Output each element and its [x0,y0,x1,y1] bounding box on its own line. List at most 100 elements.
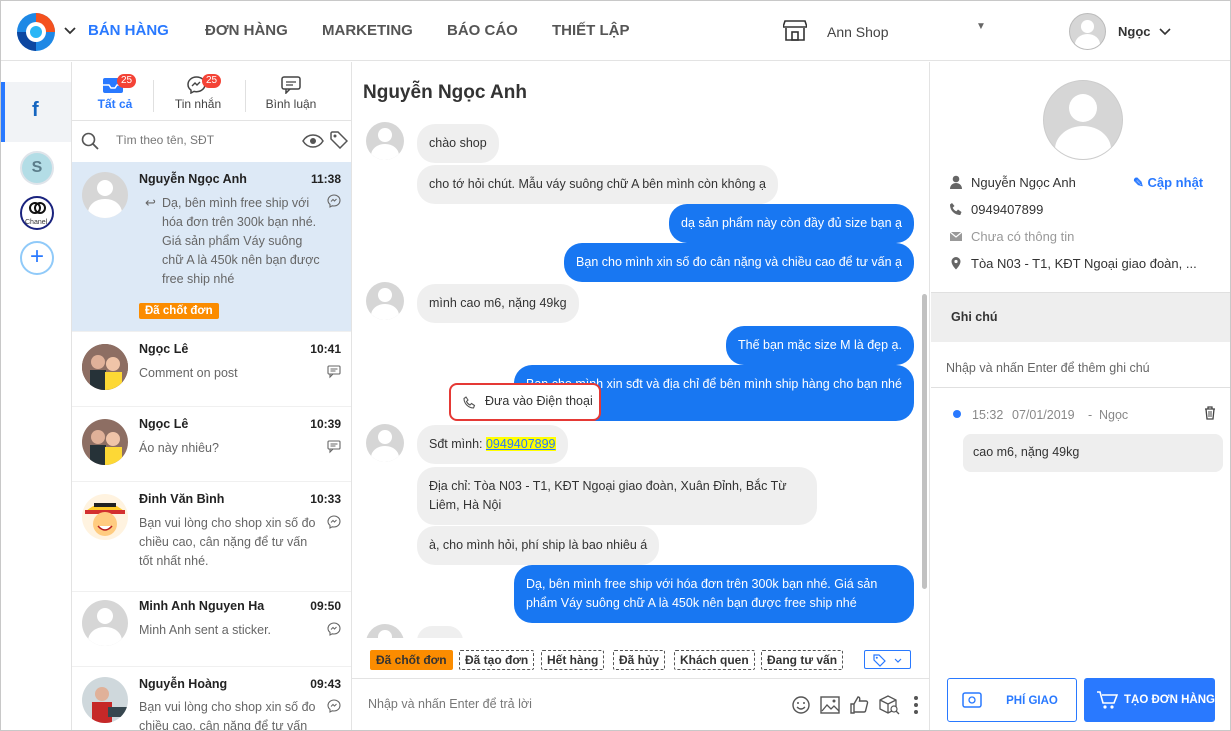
nav-bao-cao[interactable]: BÁO CÁO [447,22,518,39]
app-logo-icon[interactable] [15,11,57,53]
contact-name: Nguyễn Hoàng [139,677,228,691]
tab-all[interactable]: 25 Tất cả [87,62,143,121]
quick-tags: Đã chốt đơn Đã tạo đơn Hết hàng Đã hủy K… [352,642,930,678]
quick-tag[interactable]: Đã tạo đơn [459,650,535,670]
add-channel-button[interactable]: + [20,241,54,275]
customer-address-row: Tòa N03 - T1, KĐT Ngoại giao đoàn, ... [949,256,1197,271]
update-button[interactable]: ✎ Cập nhật [1133,175,1203,191]
customer-email-row: Chưa có thông tin [949,229,1074,244]
chat-title: Nguyễn Ngọc Anh [363,82,527,103]
message-incoming: à, cho mình hỏi, phí ship là bao nhiêu á [417,526,660,565]
conversation-item[interactable]: Ngọc Lê 10:41 Comment on post [72,332,351,407]
thumbs-up-icon[interactable] [849,695,869,715]
notes-placeholder: Nhập và nhấn Enter để thêm ghi chú [946,361,1150,375]
quick-tag[interactable]: Đã hủy [613,650,666,670]
quick-tag[interactable]: Hết hàng [541,650,605,670]
search-input[interactable]: Tìm theo tên, SĐT [116,133,214,147]
message-incoming [417,626,463,638]
emoji-icon[interactable] [792,696,810,714]
conversation-item[interactable]: Đinh Văn Bình 10:33 Bạn vui lòng cho sho… [72,482,351,592]
reply-input[interactable]: Nhập và nhấn Enter để trả lời [368,697,532,711]
note-dot [953,410,961,418]
product-box-icon[interactable] [878,695,900,715]
nav-marketing[interactable]: MARKETING [322,22,413,39]
conversation-search[interactable]: Tìm theo tên, SĐT [72,121,351,161]
comment-icon [281,76,301,94]
messenger-icon [327,515,341,529]
sender-avatar [366,282,404,320]
tab-label: Bình luận [265,97,317,111]
shop-selector[interactable]: Ann Shop ▼ [783,19,993,45]
quick-tag[interactable]: Khách quen [674,650,755,670]
message-outgoing: Dạ, bên mình free ship với hóa đơn trên … [514,565,914,623]
conversation-item-active[interactable]: Nguyễn Ngọc Anh 11:38 ↩ Dạ, bên mình fre… [72,162,351,332]
contact-name: Ngọc Lê [139,342,189,356]
note-author: Ngọc [1099,408,1129,422]
tag-icon[interactable] [330,131,348,149]
note-date: 07/01/2019 [1012,408,1075,422]
eye-icon[interactable] [302,134,324,148]
conversation-item[interactable]: Nguyễn Hoàng 09:43 Bạn vui lòng cho shop… [72,667,351,731]
status-badge: Đã chốt đơn [139,303,219,319]
notes-input[interactable]: Nhập và nhấn Enter để thêm ghi chú [931,342,1230,388]
conversation-time: 09:50 [310,599,341,613]
quick-tag-closed[interactable]: Đã chốt đơn [370,650,453,670]
divider [245,80,246,112]
shop-name: Ann Shop [827,24,889,40]
conversation-preview: Bạn vui lòng cho shop xin số đo chiều ca… [139,516,316,568]
chanel-logo-icon [29,202,46,214]
conversation-preview: Bạn vui lòng cho shop xin số đo chiều ca… [139,700,316,731]
email-icon [949,231,963,241]
user-name: Ngọc [1118,24,1151,39]
user-menu[interactable]: Ngọc [1069,13,1171,51]
trash-icon[interactable] [1204,406,1216,420]
nav-ban-hang[interactable]: BÁN HÀNG [88,22,169,39]
contact-avatar [82,600,128,646]
conversation-time: 10:33 [310,492,341,506]
shipping-fee-icon [962,692,982,708]
notes-title: Ghi chú [951,310,998,324]
tag-dropdown-button[interactable] [864,650,911,669]
comment-icon [327,365,341,379]
nav-don-hang[interactable]: ĐƠN HÀNG [205,22,288,39]
phone-number-link[interactable]: 0949407899 [485,437,556,451]
conversation-item[interactable]: Ngọc Lê 10:39 Áo này nhiêu? [72,407,351,482]
conversation-list: 25 Tất cả 25 Tin nhắn Bình luận Tìm theo… [72,62,352,731]
search-icon [81,132,99,150]
image-icon[interactable] [820,696,840,714]
tab-comments[interactable]: Bình luận [258,62,324,121]
message-thread[interactable]: chào shop cho tớ hỏi chút. Mẫu váy suông… [352,118,930,638]
location-pin-icon [951,257,961,270]
channel-chanel[interactable]: Chanel [20,196,54,230]
message-text: Sđt mình: [429,437,486,451]
chevron-down-icon [894,658,902,663]
message-incoming: chào shop [417,124,499,163]
tab-messages[interactable]: 25 Tin nhắn [167,62,229,121]
chanel-label: Chanel [25,219,48,226]
user-avatar [1069,13,1106,50]
customer-phone: 0949407899 [971,202,1044,217]
message-outgoing: dạ sản phẩm này còn đầy đủ size bạn ạ [669,204,914,243]
contact-avatar [82,419,128,465]
quick-tag[interactable]: Đang tư vấn [761,650,844,670]
conversation-time: 11:38 [310,172,341,186]
contact-avatar [82,494,128,540]
pencil-icon: ✎ [1133,175,1148,190]
note-item: 15:32 07/01/2019 - Ngọc cao m6, nặng 49k… [931,398,1230,488]
add-to-phone-tooltip[interactable]: Đưa vào Điện thoại [449,383,601,421]
conversation-item[interactable]: Minh Anh Nguyen Ha 09:50 Minh Anh sent a… [72,592,351,667]
shipping-fee-button[interactable]: PHÍ GIAO HÀNG [947,678,1077,722]
scrollbar-thumb[interactable] [922,294,927,589]
conversation-preview: Dạ, bên mình free ship với hóa đơn trên … [162,196,320,286]
create-order-button[interactable]: TẠO ĐƠN HÀNG [1084,678,1215,722]
badge-count: 25 [202,74,222,88]
more-vertical-icon[interactable] [913,695,919,715]
chevron-down-icon[interactable] [64,27,76,35]
nav-thiet-lap[interactable]: THIẾT LẬP [552,22,630,39]
channel-s[interactable]: S [20,151,54,185]
channel-facebook[interactable]: f [5,82,71,142]
sender-avatar [366,624,404,638]
note-text: cao m6, nặng 49kg [963,434,1223,472]
create-order-label: TẠO ĐƠN HÀNG [1124,694,1215,706]
tab-label: Tất cả [97,97,133,111]
